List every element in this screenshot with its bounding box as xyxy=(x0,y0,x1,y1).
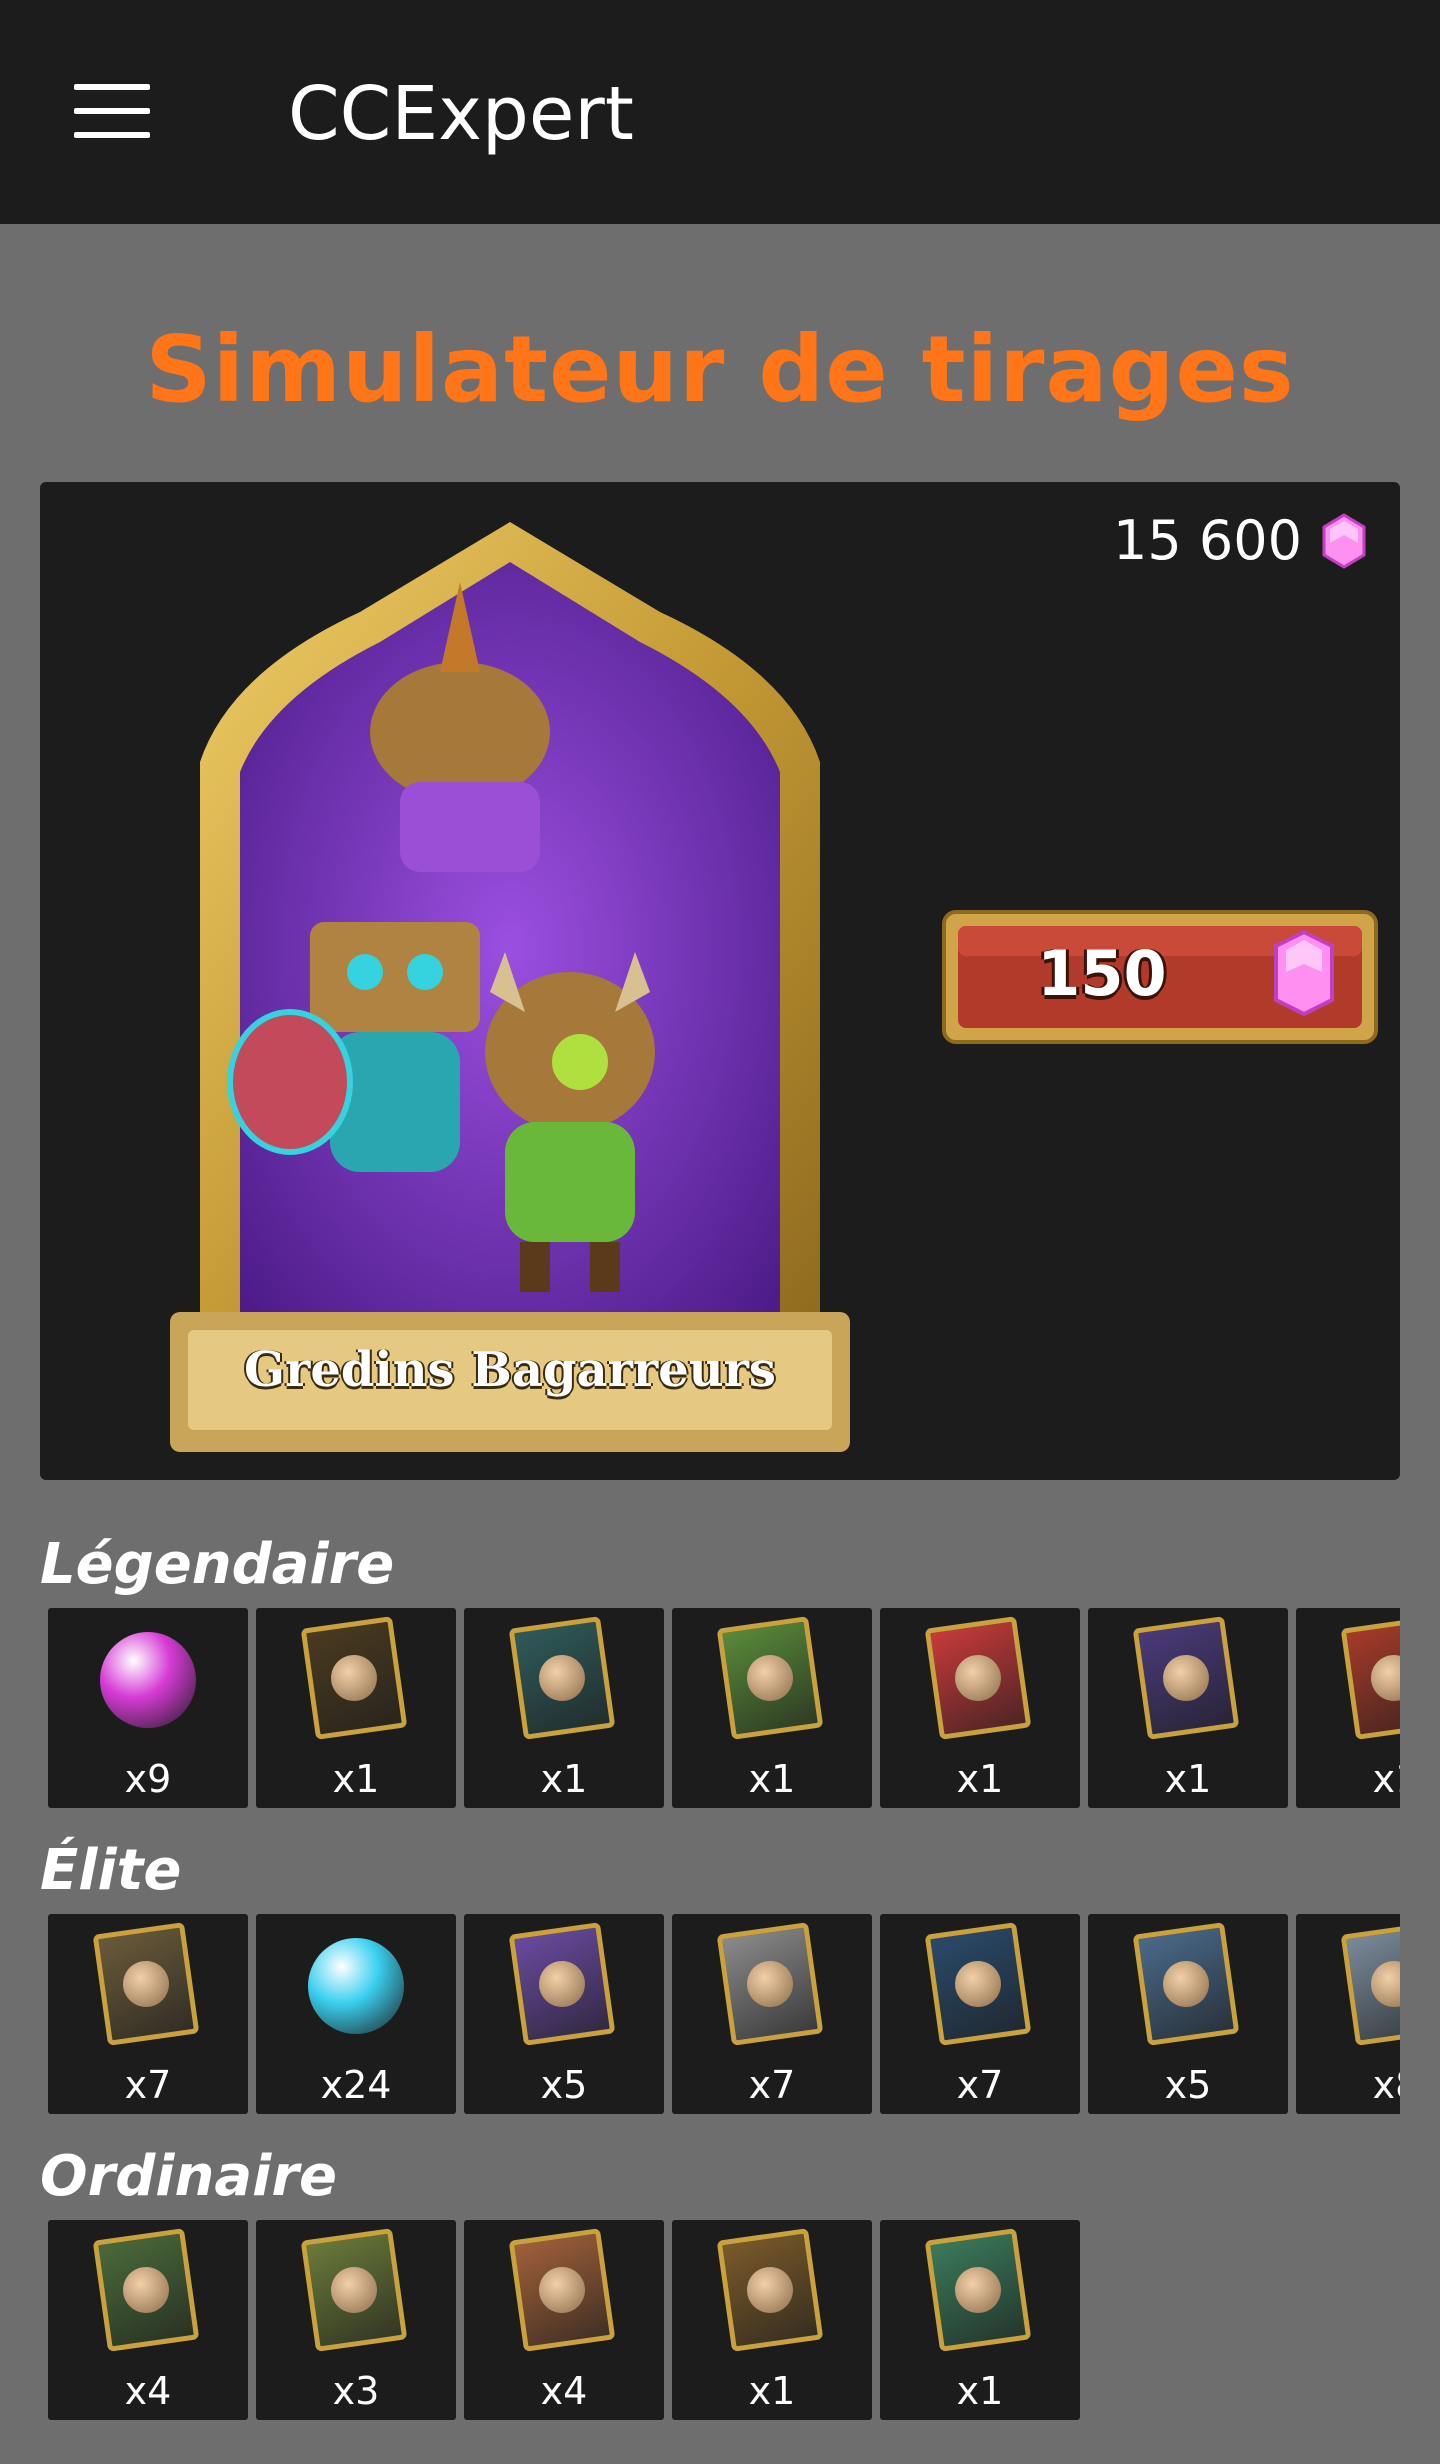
reward-quantity: x1 xyxy=(956,1757,1004,1801)
reward-tile[interactable]: x8 xyxy=(1296,1914,1400,2114)
summon-button[interactable]: 150 xyxy=(942,910,1378,1044)
page-title: Simulateur de tirages xyxy=(145,316,1295,423)
hero-card-icon xyxy=(300,2228,408,2352)
hero-card-icon xyxy=(716,1616,824,1740)
reward-quantity: x9 xyxy=(124,1757,172,1801)
hero-card-icon xyxy=(716,1922,824,2046)
hero-card-icon xyxy=(92,1922,200,2046)
hero-card-icon xyxy=(1132,1922,1240,2046)
hero-card-icon xyxy=(924,1922,1032,2046)
hero-card-icon xyxy=(508,2228,616,2352)
section-title-common: Ordinaire xyxy=(40,2144,337,2209)
hero-card-icon xyxy=(300,1616,408,1740)
purple-orb-skull-icon xyxy=(100,1632,196,1728)
reward-tile[interactable]: x7 xyxy=(48,1914,248,2114)
reward-tile[interactable]: x1 xyxy=(256,1608,456,1808)
hero-card-icon xyxy=(1340,1616,1400,1740)
app-bar: CCExpert xyxy=(0,0,1440,224)
cyan-orb-icon xyxy=(308,1938,404,2034)
reward-quantity: x1 xyxy=(748,1757,796,1801)
hero-card-icon xyxy=(92,2228,200,2352)
reward-tile[interactable]: x1 xyxy=(1088,1608,1288,1808)
reward-quantity: x4 xyxy=(540,2369,588,2413)
reward-tile[interactable]: x3 xyxy=(256,2220,456,2420)
gem-icon xyxy=(1322,513,1366,569)
reward-tile[interactable]: x1 xyxy=(880,1608,1080,1808)
gems-balance: 15 600 xyxy=(1113,506,1366,576)
reward-quantity: x4 xyxy=(124,2369,172,2413)
hamburger-menu-icon[interactable] xyxy=(74,84,150,140)
reward-tile[interactable]: x1 xyxy=(672,1608,872,1808)
reward-tile[interactable]: x7 xyxy=(672,1914,872,2114)
reward-tile[interactable]: x24 xyxy=(256,1914,456,2114)
app-title: CCExpert xyxy=(288,71,634,157)
hero-card-icon xyxy=(508,1922,616,2046)
section-title-elite: Élite xyxy=(40,1838,182,1903)
hero-portrait[interactable] xyxy=(160,522,860,1462)
hero-card-icon xyxy=(1340,1922,1400,2046)
reward-quantity: x3 xyxy=(332,2369,380,2413)
reward-tile[interactable]: x1 xyxy=(880,2220,1080,2420)
reward-quantity: x5 xyxy=(540,2063,588,2107)
reward-quantity: x8 xyxy=(1372,2063,1400,2107)
hero-card-icon xyxy=(1132,1616,1240,1740)
reward-row-elite: x7 x24 x5 x7 x7 x5 x8 xyxy=(48,1914,1400,2114)
section-title-legendary: Légendaire xyxy=(40,1532,395,1597)
reward-tile[interactable]: x5 xyxy=(464,1914,664,2114)
reward-quantity: x1 xyxy=(1164,1757,1212,1801)
reward-tile[interactable]: x4 xyxy=(48,2220,248,2420)
reward-quantity: x1 xyxy=(332,1757,380,1801)
reward-tile[interactable]: x9 xyxy=(48,1608,248,1808)
reward-quantity: x1 xyxy=(748,2369,796,2413)
reward-tile[interactable]: x1 xyxy=(1296,1608,1400,1808)
reward-row-common: x4 x3 x4 x1 x1 xyxy=(48,2220,1400,2420)
reward-quantity: x7 xyxy=(748,2063,796,2107)
summon-banner: 15 600 Gredins Bagarreurs 150 xyxy=(40,482,1400,1480)
hero-card-icon xyxy=(508,1616,616,1740)
reward-quantity: x24 xyxy=(320,2063,392,2107)
hero-name: Gredins Bagarreurs xyxy=(244,1342,776,1398)
hero-card-icon xyxy=(924,1616,1032,1740)
reward-quantity: x1 xyxy=(1372,1757,1400,1801)
reward-tile[interactable]: x4 xyxy=(464,2220,664,2420)
reward-tile[interactable]: x5 xyxy=(1088,1914,1288,2114)
hero-card-icon xyxy=(716,2228,824,2352)
reward-quantity: x1 xyxy=(540,1757,588,1801)
reward-quantity: x7 xyxy=(956,2063,1004,2107)
reward-tile[interactable]: x7 xyxy=(880,1914,1080,2114)
summon-cost: 150 xyxy=(1037,937,1167,1010)
hero-card-icon xyxy=(924,2228,1032,2352)
gems-count: 15 600 xyxy=(1113,509,1302,572)
reward-quantity: x7 xyxy=(124,2063,172,2107)
reward-tile[interactable]: x1 xyxy=(464,1608,664,1808)
reward-quantity: x5 xyxy=(1164,2063,1212,2107)
reward-tile[interactable]: x1 xyxy=(672,2220,872,2420)
reward-row-legendary: x9 x1 x1 x1 x1 x1 x1 xyxy=(48,1608,1400,1808)
reward-quantity: x1 xyxy=(956,2369,1004,2413)
